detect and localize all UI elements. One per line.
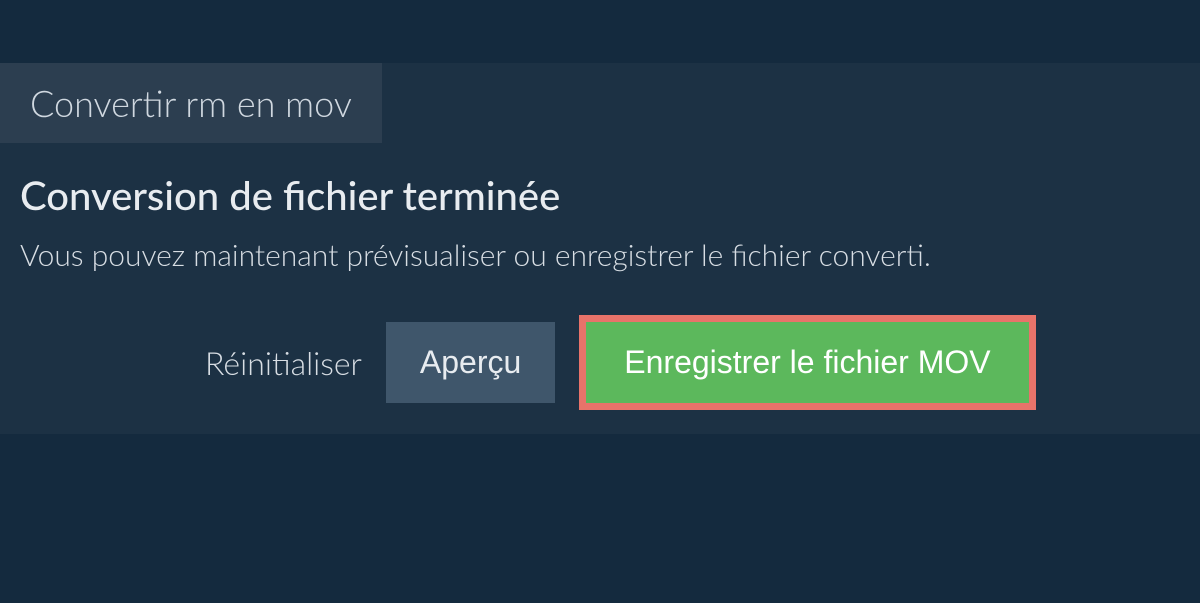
tab-label: Convertir rm en mov (30, 81, 352, 125)
content-area: Conversion de fichier terminée Vous pouv… (0, 143, 1200, 434)
save-button-highlight: Enregistrer le fichier MOV (579, 315, 1035, 410)
status-description: Vous pouvez maintenant prévisualiser ou … (20, 237, 1180, 273)
converter-panel: Convertir rm en mov Conversion de fichie… (0, 63, 1200, 434)
status-heading: Conversion de fichier terminée (20, 171, 1180, 219)
save-button[interactable]: Enregistrer le fichier MOV (586, 322, 1028, 403)
preview-button[interactable]: Aperçu (386, 322, 555, 403)
tab-convert[interactable]: Convertir rm en mov (0, 63, 382, 143)
action-row: Réinitialiser Aperçu Enregistrer le fich… (20, 315, 1180, 410)
reset-link[interactable]: Réinitialiser (205, 343, 362, 382)
